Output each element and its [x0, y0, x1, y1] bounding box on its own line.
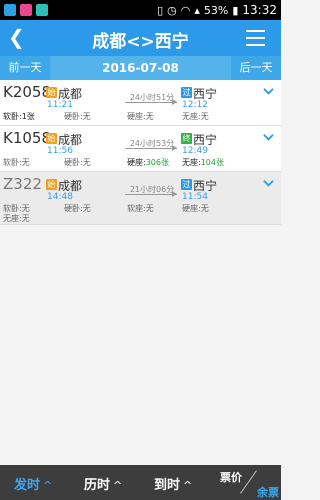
vibrate-icon: ▯	[157, 3, 164, 17]
divider	[240, 470, 257, 494]
app-notification-icon	[20, 4, 32, 16]
hard-sleeper: 硬卧:无	[64, 112, 91, 121]
train-number: Z322	[3, 175, 42, 193]
date-navigation: 前一天 2016-07-08 后一天	[0, 56, 281, 80]
start-badge: 始	[46, 87, 57, 98]
sort-departure-tab[interactable]: 发时 ^	[14, 474, 52, 493]
hard-sleeper: 硬卧:无	[64, 158, 91, 167]
alarm-icon: ◷	[167, 3, 177, 17]
hard-sleeper: 硬卧:无	[64, 204, 91, 213]
start-badge: 始	[46, 179, 57, 190]
arrival-time: 12:12	[182, 100, 208, 110]
route-arrow	[125, 145, 177, 151]
train-row[interactable]: K2058 始 成都 11:21 24小时51分 过 西宁 12:12 软卧:1…	[0, 80, 281, 126]
soft-sleeper: 软卧:无	[3, 158, 30, 167]
departure-time: 11:21	[47, 100, 73, 110]
train-number: K1058	[3, 129, 52, 147]
sort-duration-tab[interactable]: 历时 ^	[84, 474, 122, 493]
chevron-down-icon[interactable]	[263, 132, 274, 143]
menu-icon[interactable]	[246, 30, 265, 46]
clock: 13:32	[242, 3, 277, 17]
chevron-down-icon[interactable]	[263, 178, 274, 189]
sort-arrival-label: 到时	[154, 478, 181, 493]
sort-duration-label: 历时	[84, 478, 111, 493]
hard-seat: 硬座:无	[182, 204, 209, 213]
train-row[interactable]: K1058 始 成都 11:56 24小时53分 终 西宁 12:49 软卧:无…	[0, 126, 281, 172]
shop-notification-icon	[36, 4, 48, 16]
hard-seat: 硬座:无	[127, 112, 154, 121]
gallery-icon	[4, 4, 16, 16]
signal-icon: ▴	[194, 3, 200, 17]
departure-time: 11:56	[47, 146, 73, 156]
status-bar: ▯ ◷ ◠ ▴ 53% ▮ 13:32	[0, 0, 281, 20]
chevron-down-icon[interactable]	[263, 86, 274, 97]
pass-badge: 过	[181, 87, 192, 98]
hard-seat-label: 硬座:	[127, 158, 146, 167]
arrival-time: 12:49	[182, 146, 208, 156]
next-day-button[interactable]: 后一天	[231, 56, 281, 80]
standing: 无座:无	[3, 214, 30, 223]
route-arrow	[125, 99, 177, 105]
end-badge: 终	[181, 133, 192, 144]
status-right: ▯ ◷ ◠ ▴ 53% ▮ 13:32	[157, 3, 277, 17]
train-number: K2058	[3, 83, 52, 101]
price-label: 票价	[220, 471, 242, 484]
remaining-label: 余票	[257, 486, 279, 499]
train-row[interactable]: Z322 始 成都 14:48 21小时06分 过 西宁 11:54 软卧:无 …	[0, 172, 281, 225]
pass-badge: 过	[181, 179, 192, 190]
previous-day-button[interactable]: 前一天	[0, 56, 50, 80]
wifi-icon: ◠	[180, 3, 191, 17]
current-date[interactable]: 2016-07-08	[50, 56, 231, 80]
train-list: K2058 始 成都 11:21 24小时51分 过 西宁 12:12 软卧:1…	[0, 80, 281, 225]
soft-seat: 软座:无	[127, 204, 154, 213]
standing: 无座:无	[182, 112, 209, 121]
page-title: 成都<>西宁	[92, 32, 189, 52]
hard-seat-count: 306张	[145, 158, 169, 167]
arrival-time: 11:54	[182, 192, 208, 202]
departure-time: 14:48	[47, 192, 73, 202]
battery-icon: ▮	[232, 3, 239, 17]
standing-label: 无座:	[182, 158, 201, 167]
route-arrow	[125, 191, 177, 197]
sort-arrival-tab[interactable]: 到时 ^	[154, 474, 192, 493]
standing-count: 104张	[200, 158, 224, 167]
hard-seat: 硬座:306张	[127, 157, 169, 168]
sort-asc-icon: ^	[113, 479, 123, 492]
app-header: ❮ 成都<>西宁	[0, 20, 281, 56]
battery-percent: 53%	[203, 3, 229, 17]
soft-sleeper: 软卧:1张	[3, 112, 35, 121]
sort-asc-icon: ^	[183, 479, 193, 492]
price-remaining-toggle[interactable]: 票价 余票	[218, 465, 281, 500]
standing: 无座:104张	[182, 157, 224, 168]
start-badge: 始	[46, 133, 57, 144]
sort-departure-label: 发时	[14, 478, 41, 493]
sort-bar: 发时 ^ 历时 ^ 到时 ^ 票价 余票	[0, 465, 281, 500]
sort-asc-icon: ^	[43, 479, 53, 492]
